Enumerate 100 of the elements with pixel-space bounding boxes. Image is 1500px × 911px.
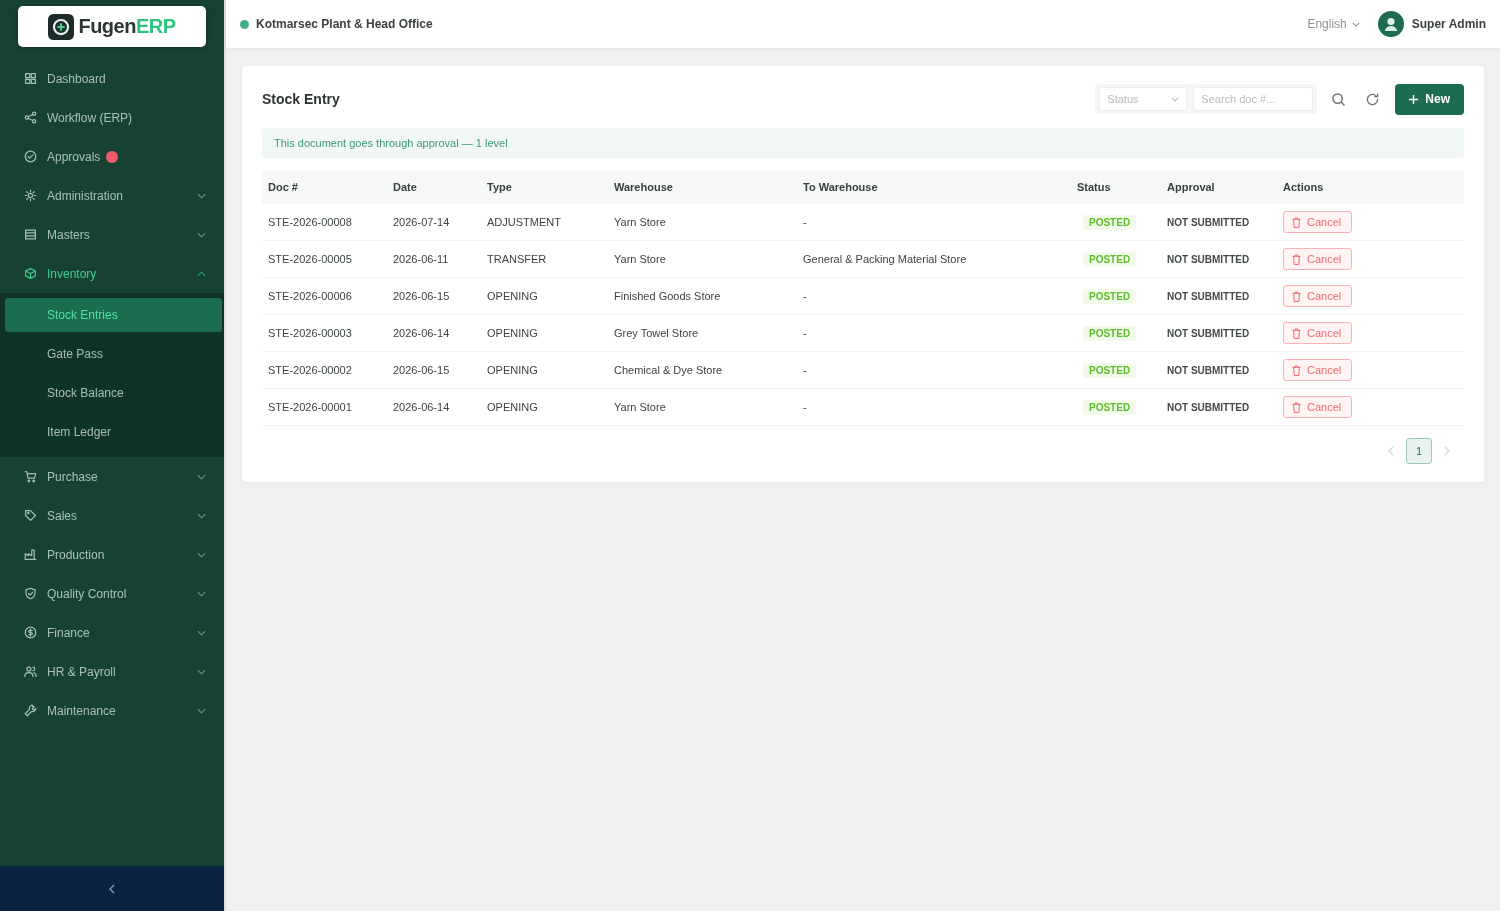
- table-cell: 2026-06-14: [393, 327, 450, 339]
- sidebar-item[interactable]: Purchase: [0, 457, 224, 496]
- table-cell: NOT SUBMITTED: [1167, 328, 1250, 339]
- column-header: Type: [487, 181, 512, 193]
- notice-text: This document goes through approval — 1 level: [274, 137, 508, 149]
- column-header: Approval: [1167, 181, 1215, 193]
- table-cell: STE-2026-00002: [268, 364, 352, 376]
- chevron-right-icon: [1444, 446, 1450, 456]
- logo-text: Fugen: [78, 15, 136, 38]
- table-cell: -: [803, 401, 807, 413]
- table-cell: STE-2026-00008: [268, 216, 352, 228]
- new-button[interactable]: New: [1395, 83, 1464, 115]
- logo-suffix: ERP: [135, 15, 176, 38]
- user-name[interactable]: Super Admin: [1411, 17, 1486, 31]
- table-cell: Grey Towel Store: [614, 327, 699, 339]
- table-cell: NOT SUBMITTED: [1167, 217, 1250, 228]
- table-cell: OPENING: [487, 327, 538, 339]
- language-selector[interactable]: English: [1307, 17, 1360, 31]
- sidebar-subitem[interactable]: Stock Entries: [5, 298, 222, 332]
- chevron-left-icon: [1388, 446, 1394, 456]
- box-icon: [24, 267, 37, 280]
- sidebar-item[interactable]: Quality Control: [0, 574, 224, 613]
- sidebar-item[interactable]: Maintenance: [0, 691, 224, 730]
- logo[interactable]: FugenERP: [18, 6, 206, 47]
- sidebar-item[interactable]: Workflow (ERP): [0, 98, 224, 137]
- caret-icon: [1351, 21, 1360, 27]
- table-cell: OPENING: [487, 401, 538, 413]
- table-cell: Chemical & Dye Store: [614, 364, 723, 376]
- chevron-left-icon: [109, 883, 115, 894]
- table-cell: 2026-06-14: [393, 401, 450, 413]
- user-avatar-icon[interactable]: [1377, 11, 1404, 37]
- table-cell: -: [803, 327, 807, 339]
- status-tag: POSTED: [1083, 288, 1137, 304]
- table-cell: Yarn Store: [614, 253, 666, 265]
- cart-icon: [24, 470, 37, 483]
- table-cell: STE-2026-00006: [268, 290, 352, 302]
- table-cell: NOT SUBMITTED: [1167, 254, 1250, 265]
- trash-icon: [1292, 364, 1301, 376]
- table-cell: -: [803, 364, 807, 376]
- table-cell: 2026-06-11: [393, 253, 449, 265]
- status-tag: POSTED: [1083, 362, 1137, 378]
- table-cell: STE-2026-00001: [268, 401, 352, 413]
- people-icon: [24, 665, 37, 678]
- column-header: Date: [393, 181, 417, 193]
- table-cell: Yarn Store: [614, 401, 666, 413]
- table-cell: OPENING: [487, 290, 538, 302]
- table-cell: 2026-07-14: [393, 216, 450, 228]
- trash-icon: [1292, 327, 1301, 339]
- table-cell: NOT SUBMITTED: [1167, 365, 1250, 376]
- column-header: Actions: [1283, 181, 1324, 193]
- status-tag: POSTED: [1083, 214, 1137, 230]
- table-cell: NOT SUBMITTED: [1167, 402, 1250, 413]
- table-cell: NOT SUBMITTED: [1167, 291, 1250, 302]
- table-cell: ADJUSTMENT: [487, 216, 561, 228]
- sidebar-item[interactable]: Sales: [0, 496, 224, 535]
- grid-icon: [24, 72, 37, 85]
- table-cell: STE-2026-00005: [268, 253, 352, 265]
- sidebar-item[interactable]: Inventory: [0, 254, 224, 293]
- table-cell: -: [803, 290, 807, 302]
- table-cell: 2026-06-15: [393, 290, 450, 302]
- tag-icon: [24, 509, 37, 522]
- sidebar-item[interactable]: Administration: [0, 176, 224, 215]
- table-cell: Yarn Store: [614, 216, 666, 228]
- search-icon: [1331, 92, 1345, 106]
- wrench-icon: [24, 704, 37, 717]
- factory-icon: [24, 548, 37, 561]
- sidebar-subitem[interactable]: Gate Pass: [5, 337, 222, 371]
- sidebar-subitem[interactable]: Stock Balance: [5, 376, 222, 410]
- column-header: To Warehouse: [803, 181, 878, 193]
- table-cell: TRANSFER: [487, 253, 547, 265]
- nodes-icon: [24, 111, 37, 124]
- coin-icon: [24, 626, 37, 639]
- sidebar-item[interactable]: Dashboard: [0, 59, 224, 98]
- status-dot-icon: [240, 19, 249, 29]
- sidebar-item[interactable]: Finance: [0, 613, 224, 652]
- gear-icon: [24, 189, 37, 202]
- table-cell: STE-2026-00003: [268, 327, 352, 339]
- table-cell: -: [803, 216, 807, 228]
- refresh-icon: [1365, 92, 1379, 106]
- trash-icon: [1292, 290, 1301, 302]
- column-header: Warehouse: [614, 181, 673, 193]
- sidebar-item[interactable]: HR & Payroll: [0, 652, 224, 691]
- sidebar-item[interactable]: Approvals: [0, 137, 224, 176]
- trash-icon: [1292, 401, 1301, 413]
- sidebar-item[interactable]: Masters: [0, 215, 224, 254]
- status-tag: POSTED: [1083, 251, 1137, 267]
- column-header: Status: [1077, 181, 1111, 193]
- page-button[interactable]: 1: [1406, 438, 1432, 464]
- table-icon: [24, 228, 37, 241]
- search-field[interactable]: Search doc #...: [1193, 87, 1314, 111]
- trash-icon: [1292, 216, 1301, 228]
- logo-mark-icon: [48, 13, 75, 40]
- shield-icon: [24, 587, 37, 600]
- sidebar-item[interactable]: Production: [0, 535, 224, 574]
- trash-icon: [1292, 253, 1301, 265]
- column-header: Doc #: [268, 181, 298, 193]
- table-cell: 2026-06-15: [393, 364, 450, 376]
- sidebar-subitem[interactable]: Item Ledger: [5, 415, 222, 449]
- caret-icon: [1171, 96, 1180, 102]
- status-tag: POSTED: [1083, 325, 1137, 341]
